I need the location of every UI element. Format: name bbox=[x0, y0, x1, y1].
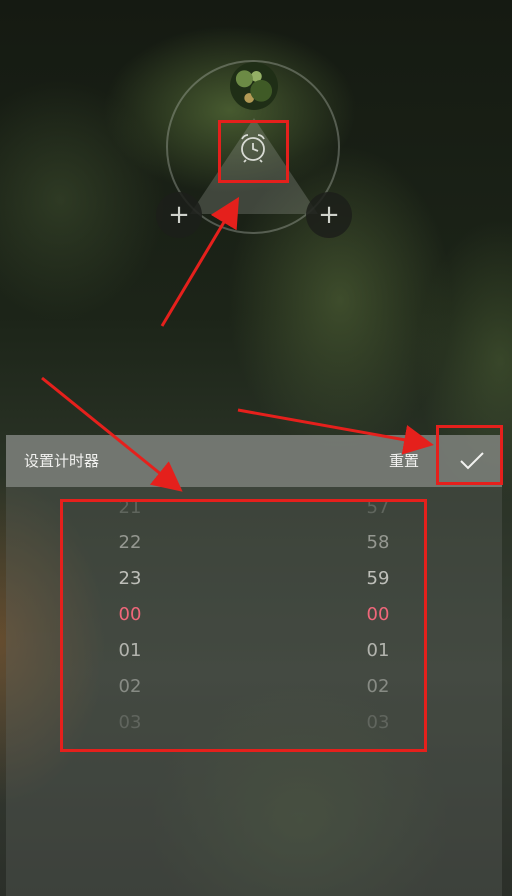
reset-button[interactable]: 重置 bbox=[389, 450, 419, 471]
annotation-box-picker bbox=[60, 499, 427, 752]
plus-icon: + bbox=[318, 200, 340, 230]
plus-icon: + bbox=[168, 200, 190, 230]
add-right-button[interactable]: + bbox=[306, 192, 352, 238]
avatar[interactable] bbox=[230, 62, 278, 110]
annotation-box-confirm bbox=[436, 425, 503, 485]
add-left-button[interactable]: + bbox=[156, 192, 202, 238]
timer-panel-header: 设置计时器 重置 bbox=[6, 435, 502, 487]
panel-title: 设置计时器 bbox=[24, 452, 100, 470]
annotation-box-alarm bbox=[218, 120, 289, 183]
screen: + + 设置计时器 重置 21 22 23 00 01 02 03 57 58 … bbox=[0, 0, 512, 896]
